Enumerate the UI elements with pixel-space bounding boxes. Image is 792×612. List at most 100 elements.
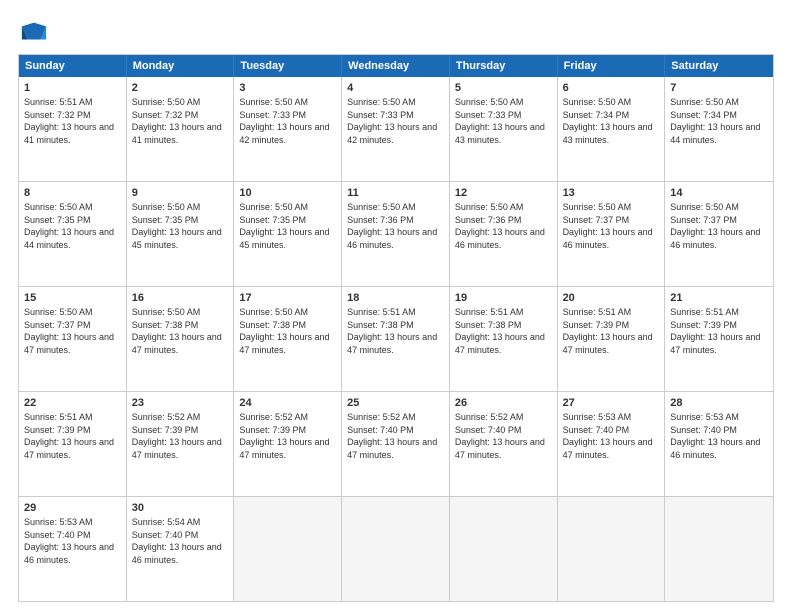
day-number: 13	[563, 186, 660, 201]
day-number: 11	[347, 186, 444, 201]
day-number: 29	[24, 501, 121, 516]
day-number: 9	[132, 186, 229, 201]
calendar-cell: 12Sunrise: 5:50 AMSunset: 7:36 PMDayligh…	[450, 182, 558, 286]
calendar-cell: 6Sunrise: 5:50 AMSunset: 7:34 PMDaylight…	[558, 77, 666, 181]
calendar-cell	[558, 497, 666, 601]
cell-info: Sunrise: 5:50 AMSunset: 7:34 PMDaylight:…	[563, 97, 653, 145]
calendar-cell: 30Sunrise: 5:54 AMSunset: 7:40 PMDayligh…	[127, 497, 235, 601]
cell-info: Sunrise: 5:52 AMSunset: 7:40 PMDaylight:…	[455, 412, 545, 460]
day-number: 27	[563, 396, 660, 411]
calendar-cell: 26Sunrise: 5:52 AMSunset: 7:40 PMDayligh…	[450, 392, 558, 496]
calendar-cell: 19Sunrise: 5:51 AMSunset: 7:38 PMDayligh…	[450, 287, 558, 391]
day-number: 3	[239, 81, 336, 96]
cell-info: Sunrise: 5:51 AMSunset: 7:38 PMDaylight:…	[347, 307, 437, 355]
calendar-header: SundayMondayTuesdayWednesdayThursdayFrid…	[19, 55, 773, 77]
calendar: SundayMondayTuesdayWednesdayThursdayFrid…	[18, 54, 774, 602]
calendar-cell: 16Sunrise: 5:50 AMSunset: 7:38 PMDayligh…	[127, 287, 235, 391]
cell-info: Sunrise: 5:50 AMSunset: 7:35 PMDaylight:…	[24, 202, 114, 250]
cell-info: Sunrise: 5:50 AMSunset: 7:33 PMDaylight:…	[347, 97, 437, 145]
cell-info: Sunrise: 5:51 AMSunset: 7:32 PMDaylight:…	[24, 97, 114, 145]
cell-info: Sunrise: 5:50 AMSunset: 7:33 PMDaylight:…	[455, 97, 545, 145]
day-number: 26	[455, 396, 552, 411]
day-number: 6	[563, 81, 660, 96]
calendar-body: 1Sunrise: 5:51 AMSunset: 7:32 PMDaylight…	[19, 77, 773, 601]
calendar-cell	[450, 497, 558, 601]
calendar-cell	[342, 497, 450, 601]
calendar-cell: 22Sunrise: 5:51 AMSunset: 7:39 PMDayligh…	[19, 392, 127, 496]
calendar-cell	[234, 497, 342, 601]
cell-info: Sunrise: 5:50 AMSunset: 7:33 PMDaylight:…	[239, 97, 329, 145]
calendar-cell: 1Sunrise: 5:51 AMSunset: 7:32 PMDaylight…	[19, 77, 127, 181]
logo	[18, 18, 48, 46]
calendar-cell: 14Sunrise: 5:50 AMSunset: 7:37 PMDayligh…	[665, 182, 773, 286]
calendar-row: 1Sunrise: 5:51 AMSunset: 7:32 PMDaylight…	[19, 77, 773, 181]
calendar-row: 29Sunrise: 5:53 AMSunset: 7:40 PMDayligh…	[19, 496, 773, 601]
cell-info: Sunrise: 5:54 AMSunset: 7:40 PMDaylight:…	[132, 517, 222, 565]
cell-info: Sunrise: 5:51 AMSunset: 7:39 PMDaylight:…	[24, 412, 114, 460]
day-number: 7	[670, 81, 768, 96]
calendar-row: 22Sunrise: 5:51 AMSunset: 7:39 PMDayligh…	[19, 391, 773, 496]
day-number: 10	[239, 186, 336, 201]
calendar-cell: 17Sunrise: 5:50 AMSunset: 7:38 PMDayligh…	[234, 287, 342, 391]
calendar-cell: 5Sunrise: 5:50 AMSunset: 7:33 PMDaylight…	[450, 77, 558, 181]
day-number: 5	[455, 81, 552, 96]
calendar-cell: 20Sunrise: 5:51 AMSunset: 7:39 PMDayligh…	[558, 287, 666, 391]
day-number: 16	[132, 291, 229, 306]
calendar-cell: 23Sunrise: 5:52 AMSunset: 7:39 PMDayligh…	[127, 392, 235, 496]
cell-info: Sunrise: 5:52 AMSunset: 7:40 PMDaylight:…	[347, 412, 437, 460]
cell-info: Sunrise: 5:50 AMSunset: 7:36 PMDaylight:…	[455, 202, 545, 250]
calendar-cell: 21Sunrise: 5:51 AMSunset: 7:39 PMDayligh…	[665, 287, 773, 391]
calendar-cell: 9Sunrise: 5:50 AMSunset: 7:35 PMDaylight…	[127, 182, 235, 286]
day-number: 30	[132, 501, 229, 516]
cell-info: Sunrise: 5:50 AMSunset: 7:38 PMDaylight:…	[239, 307, 329, 355]
cell-info: Sunrise: 5:50 AMSunset: 7:37 PMDaylight:…	[670, 202, 760, 250]
calendar-cell: 25Sunrise: 5:52 AMSunset: 7:40 PMDayligh…	[342, 392, 450, 496]
cell-info: Sunrise: 5:50 AMSunset: 7:38 PMDaylight:…	[132, 307, 222, 355]
calendar-cell: 4Sunrise: 5:50 AMSunset: 7:33 PMDaylight…	[342, 77, 450, 181]
header-cell-wednesday: Wednesday	[342, 55, 450, 77]
day-number: 4	[347, 81, 444, 96]
calendar-cell: 11Sunrise: 5:50 AMSunset: 7:36 PMDayligh…	[342, 182, 450, 286]
cell-info: Sunrise: 5:50 AMSunset: 7:37 PMDaylight:…	[24, 307, 114, 355]
cell-info: Sunrise: 5:52 AMSunset: 7:39 PMDaylight:…	[239, 412, 329, 460]
header-cell-monday: Monday	[127, 55, 235, 77]
day-number: 19	[455, 291, 552, 306]
day-number: 17	[239, 291, 336, 306]
header-cell-saturday: Saturday	[665, 55, 773, 77]
day-number: 15	[24, 291, 121, 306]
calendar-cell: 3Sunrise: 5:50 AMSunset: 7:33 PMDaylight…	[234, 77, 342, 181]
cell-info: Sunrise: 5:51 AMSunset: 7:39 PMDaylight:…	[670, 307, 760, 355]
calendar-cell: 8Sunrise: 5:50 AMSunset: 7:35 PMDaylight…	[19, 182, 127, 286]
day-number: 23	[132, 396, 229, 411]
day-number: 21	[670, 291, 768, 306]
cell-info: Sunrise: 5:50 AMSunset: 7:34 PMDaylight:…	[670, 97, 760, 145]
cell-info: Sunrise: 5:51 AMSunset: 7:38 PMDaylight:…	[455, 307, 545, 355]
day-number: 14	[670, 186, 768, 201]
calendar-cell: 15Sunrise: 5:50 AMSunset: 7:37 PMDayligh…	[19, 287, 127, 391]
calendar-cell: 13Sunrise: 5:50 AMSunset: 7:37 PMDayligh…	[558, 182, 666, 286]
calendar-row: 8Sunrise: 5:50 AMSunset: 7:35 PMDaylight…	[19, 181, 773, 286]
cell-info: Sunrise: 5:50 AMSunset: 7:35 PMDaylight:…	[132, 202, 222, 250]
day-number: 22	[24, 396, 121, 411]
cell-info: Sunrise: 5:50 AMSunset: 7:32 PMDaylight:…	[132, 97, 222, 145]
calendar-cell	[665, 497, 773, 601]
header-cell-friday: Friday	[558, 55, 666, 77]
calendar-cell: 28Sunrise: 5:53 AMSunset: 7:40 PMDayligh…	[665, 392, 773, 496]
cell-info: Sunrise: 5:53 AMSunset: 7:40 PMDaylight:…	[24, 517, 114, 565]
calendar-cell: 10Sunrise: 5:50 AMSunset: 7:35 PMDayligh…	[234, 182, 342, 286]
page: SundayMondayTuesdayWednesdayThursdayFrid…	[0, 0, 792, 612]
cell-info: Sunrise: 5:51 AMSunset: 7:39 PMDaylight:…	[563, 307, 653, 355]
header-cell-thursday: Thursday	[450, 55, 558, 77]
calendar-cell: 27Sunrise: 5:53 AMSunset: 7:40 PMDayligh…	[558, 392, 666, 496]
calendar-cell: 18Sunrise: 5:51 AMSunset: 7:38 PMDayligh…	[342, 287, 450, 391]
cell-info: Sunrise: 5:50 AMSunset: 7:37 PMDaylight:…	[563, 202, 653, 250]
cell-info: Sunrise: 5:50 AMSunset: 7:35 PMDaylight:…	[239, 202, 329, 250]
calendar-cell: 2Sunrise: 5:50 AMSunset: 7:32 PMDaylight…	[127, 77, 235, 181]
cell-info: Sunrise: 5:53 AMSunset: 7:40 PMDaylight:…	[563, 412, 653, 460]
cell-info: Sunrise: 5:52 AMSunset: 7:39 PMDaylight:…	[132, 412, 222, 460]
calendar-cell: 29Sunrise: 5:53 AMSunset: 7:40 PMDayligh…	[19, 497, 127, 601]
day-number: 20	[563, 291, 660, 306]
day-number: 24	[239, 396, 336, 411]
calendar-cell: 7Sunrise: 5:50 AMSunset: 7:34 PMDaylight…	[665, 77, 773, 181]
calendar-cell: 24Sunrise: 5:52 AMSunset: 7:39 PMDayligh…	[234, 392, 342, 496]
